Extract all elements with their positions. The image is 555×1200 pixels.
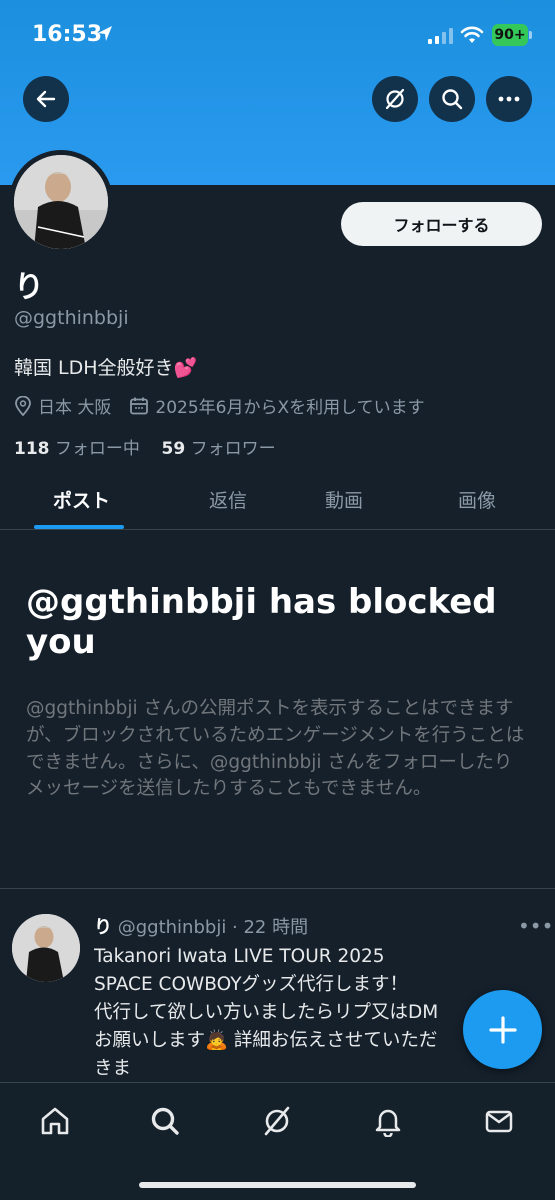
signal-icon: [428, 28, 453, 44]
followers-label: フォロワー: [190, 439, 276, 459]
nav-messages[interactable]: [479, 1101, 519, 1141]
battery-nub: [529, 31, 532, 39]
more-options-button[interactable]: [486, 76, 532, 122]
display-name: り: [14, 270, 44, 305]
location-pin-icon: [14, 395, 32, 416]
more-icon: [498, 96, 520, 102]
post-author-name[interactable]: り: [94, 917, 112, 938]
post-text: Takanori Iwata LIVE TOUR 2025 SPACE COWB…: [94, 946, 439, 1080]
profile-handle: @ggthinbbji: [14, 307, 129, 329]
battery-indicator: 90+: [492, 24, 528, 46]
following-link[interactable]: 118 フォロー中: [14, 439, 140, 459]
post-handle-time: @ggthinbbji · 22 時間: [117, 917, 309, 938]
wifi-icon: [460, 26, 484, 43]
nav-grok[interactable]: [257, 1101, 297, 1141]
search-icon: [442, 89, 463, 110]
back-button[interactable]: [23, 76, 69, 122]
post-avatar-image: [12, 914, 80, 982]
profile-bio: 韓国 LDH全般好き💕: [14, 357, 198, 379]
followers-link[interactable]: 59 フォロワー: [162, 439, 276, 459]
tab-videos[interactable]: 動画: [325, 486, 363, 513]
profile-meta: 日本 大阪 2025年6月からXを利用しています: [14, 393, 425, 418]
plus-icon: [488, 1015, 517, 1044]
calendar-icon: [129, 396, 149, 416]
bell-icon: [375, 1109, 401, 1137]
blocked-title: @ggthinbbji has blocked you: [26, 582, 497, 663]
following-label: フォロー中: [54, 439, 140, 459]
status-time: 16:53: [32, 22, 103, 47]
home-indicator: [139, 1182, 416, 1188]
blocked-description: @ggthinbbji さんの公開ポストを表示することはできますが、ブロックされ…: [26, 698, 525, 800]
nav-notifications[interactable]: [368, 1101, 408, 1141]
tab-replies[interactable]: 返信: [209, 486, 247, 513]
nav-home[interactable]: [35, 1101, 75, 1141]
tab-posts[interactable]: ポスト: [53, 486, 110, 513]
compose-button[interactable]: [463, 990, 542, 1069]
post-avatar[interactable]: [12, 914, 80, 982]
profile-tabs: ポスト 返信 動画 画像: [0, 470, 555, 530]
grok-button[interactable]: [372, 76, 418, 122]
search-button[interactable]: [429, 76, 475, 122]
tab-images[interactable]: 画像: [458, 486, 496, 513]
following-count: 118: [14, 439, 50, 459]
active-tab-indicator: [34, 525, 124, 529]
mail-icon: [485, 1110, 513, 1133]
follow-counts: 118 フォロー中 59 フォロワー: [14, 434, 276, 459]
home-icon: [41, 1107, 69, 1135]
profile-joined: 2025年6月からXを利用しています: [155, 398, 425, 418]
avatar-image: [14, 155, 108, 249]
grok-icon: [264, 1106, 290, 1136]
location-arrow-icon: [98, 26, 112, 41]
search-icon: [151, 1107, 179, 1135]
post-more-icon[interactable]: •••: [518, 914, 553, 938]
profile-location: 日本 大阪: [38, 398, 112, 418]
nav-search[interactable]: [145, 1101, 185, 1141]
follow-button[interactable]: フォローする: [341, 202, 542, 246]
followers-count: 59: [161, 439, 186, 459]
post-header: り @ggthinbbji · 22 時間: [94, 913, 308, 939]
status-bar: 16:53 90+: [0, 0, 555, 70]
divider: [0, 888, 555, 889]
grok-icon: [385, 88, 405, 110]
profile-avatar[interactable]: [14, 155, 108, 249]
back-arrow-icon: [36, 90, 56, 108]
